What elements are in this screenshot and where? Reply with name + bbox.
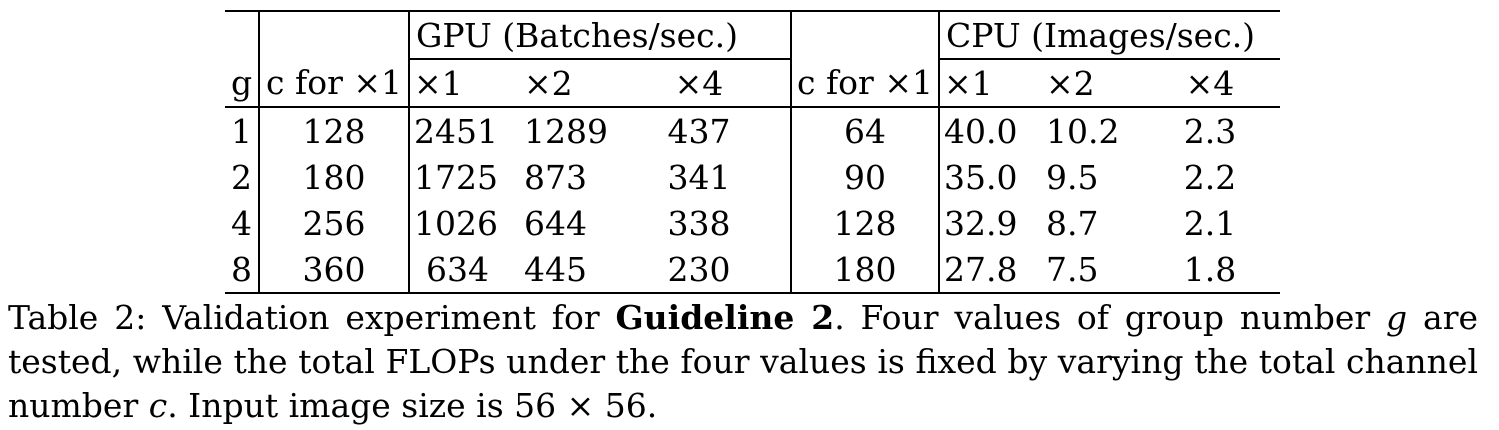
empty-cell bbox=[790, 10, 939, 59]
cell-c-gpu: 128 bbox=[258, 107, 410, 154]
cell-gpu-x1: 2451 bbox=[414, 111, 498, 151]
cell-cpu-x1: 40.0 bbox=[943, 111, 1018, 151]
results-table: GPU (Batches/sec.) CPU (Images/sec.) g c… bbox=[225, 10, 1280, 294]
cell-c-cpu: 64 bbox=[790, 107, 940, 154]
column-header-cpu-x1: ×1 bbox=[938, 59, 1046, 108]
caption-suffix: . Input image size is 56 × 56. bbox=[167, 386, 658, 425]
cell-gpu-x2: 873 bbox=[524, 157, 587, 197]
caption-var-g: g bbox=[1386, 298, 1408, 337]
table-row: 4 256 1026 644 338 128 32.9 8.7 2.1 bbox=[225, 200, 1280, 246]
cell-c-gpu: 360 bbox=[258, 246, 410, 294]
cell-c-cpu: 90 bbox=[790, 154, 940, 200]
column-header-cpu-x4: ×4 bbox=[1139, 59, 1280, 108]
cell-gpu-x2: 1289 bbox=[524, 111, 608, 151]
gpu-group-header: GPU (Batches/sec.) bbox=[408, 10, 792, 60]
cell-cpu-x4: 2.1 bbox=[1183, 203, 1237, 243]
cell-cpu-x2: 9.5 bbox=[1045, 157, 1099, 197]
table-column-header-row: g c for ×1 ×1 ×2 ×4 c for ×1 ×1 ×2 ×4 bbox=[225, 59, 1280, 108]
cell-cpu-x4: 1.8 bbox=[1139, 246, 1280, 294]
cell-gpu-x4: 338 bbox=[607, 200, 792, 246]
cell-g: 1 bbox=[231, 111, 252, 151]
table-caption: Table 2: Validation experiment for Guide… bbox=[8, 296, 1478, 428]
cell-g: 2 bbox=[231, 157, 252, 197]
empty-cell bbox=[225, 10, 259, 59]
cell-c-cpu: 128 bbox=[790, 200, 940, 246]
table-group-header-row: GPU (Batches/sec.) CPU (Images/sec.) bbox=[225, 10, 1280, 60]
cell-c-gpu: 256 bbox=[258, 200, 410, 246]
cell-gpu-x1: 1026 bbox=[414, 203, 498, 243]
cell-gpu-x2: 644 bbox=[524, 203, 587, 243]
column-header-gpu-x1: ×1 bbox=[409, 59, 524, 108]
cell-cpu-x1: 35.0 bbox=[943, 157, 1018, 197]
cell-gpu-x1: 1725 bbox=[414, 157, 498, 197]
cell-gpu-x4: 437 bbox=[607, 107, 792, 154]
cpu-group-header: CPU (Images/sec.) bbox=[937, 10, 1280, 60]
cell-cpu-x1: 27.8 bbox=[938, 246, 1046, 294]
cell-gpu-x2: 445 bbox=[524, 246, 608, 294]
column-header-g: g bbox=[225, 59, 259, 108]
caption-var-c: c bbox=[148, 386, 168, 425]
table-row: 8 360 634 445 230 180 27.8 7.5 1.8 bbox=[225, 246, 1280, 294]
column-header-gpu-x4: ×4 bbox=[607, 59, 792, 108]
caption-guideline-bold: Guideline 2 bbox=[615, 298, 835, 337]
cell-g: 8 bbox=[225, 246, 259, 294]
column-header-c-gpu: c for ×1 bbox=[258, 59, 410, 108]
table-row: 2 180 1725 873 341 90 35.0 9.5 2.2 bbox=[225, 154, 1280, 200]
column-header-c-cpu: c for ×1 bbox=[790, 59, 940, 108]
cell-c-gpu: 180 bbox=[258, 154, 410, 200]
cell-gpu-x4: 341 bbox=[607, 154, 792, 200]
cell-cpu-x2: 10.2 bbox=[1045, 111, 1120, 151]
table-row: 1 128 2451 1289 437 64 40.0 10.2 2.3 bbox=[225, 107, 1280, 154]
cell-gpu-x4: 230 bbox=[607, 246, 792, 294]
cell-cpu-x4: 2.3 bbox=[1183, 111, 1237, 151]
cell-cpu-x1: 32.9 bbox=[943, 203, 1018, 243]
caption-text-1: . Four values of group number bbox=[834, 298, 1387, 337]
column-header-gpu-x2: ×2 bbox=[524, 59, 608, 108]
caption-prefix: Table 2: Validation experiment for bbox=[8, 298, 616, 337]
cell-c-cpu: 180 bbox=[790, 246, 940, 294]
column-header-cpu-x2: ×2 bbox=[1045, 59, 1140, 108]
cell-cpu-x4: 2.2 bbox=[1183, 157, 1237, 197]
cell-cpu-x2: 8.7 bbox=[1045, 203, 1099, 243]
cell-cpu-x2: 7.5 bbox=[1045, 246, 1140, 294]
cell-gpu-x1: 634 bbox=[409, 246, 524, 294]
empty-cell bbox=[258, 10, 409, 59]
cell-g: 4 bbox=[231, 203, 252, 243]
